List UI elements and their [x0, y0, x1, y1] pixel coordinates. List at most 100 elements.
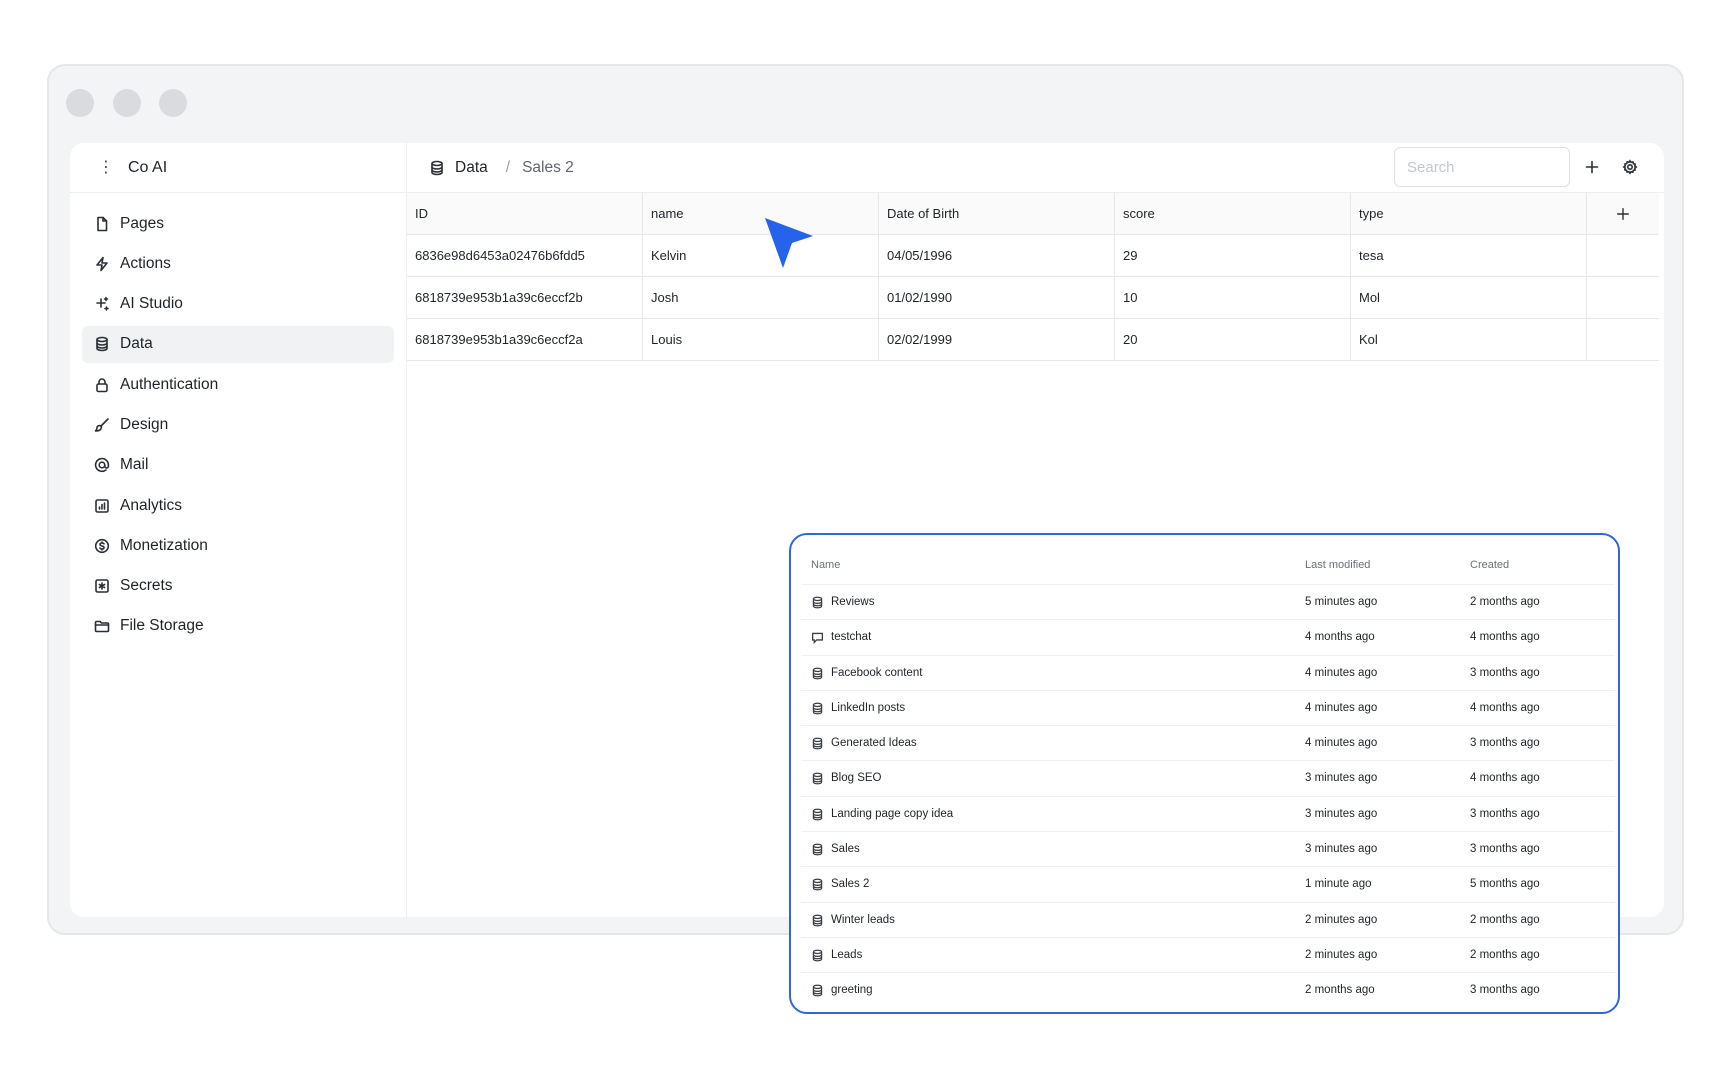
column-header-score[interactable]: score [1115, 193, 1351, 234]
table-cell[interactable]: Kelvin [643, 235, 879, 276]
collection-name[interactable]: Sales 2 [831, 878, 869, 890]
app-name: Co AI [128, 158, 168, 176]
table-cell[interactable]: 02/02/1999 [879, 319, 1115, 360]
list-item[interactable]: testchat 4 months ago 4 months ago [801, 619, 1615, 654]
table-cell[interactable]: 10 [1115, 277, 1351, 318]
table-row[interactable]: 6818739e953b1a39c6eccf2a Louis 02/02/199… [407, 319, 1659, 361]
sidebar-header: ⋮ Co AI [70, 143, 406, 193]
collection-name[interactable]: Reviews [831, 596, 874, 608]
sidebar-item-ai-studio[interactable]: AI Studio [82, 286, 394, 323]
table-cell[interactable]: Josh [643, 277, 879, 318]
list-item[interactable]: Leads 2 minutes ago 2 months ago [801, 936, 1615, 972]
sidebar-item-label: Authentication [120, 375, 219, 393]
database-icon [811, 667, 824, 680]
sidebar-item-label: Pages [120, 214, 164, 232]
table-cell[interactable]: 01/02/1990 [879, 277, 1115, 318]
column-header-created[interactable]: Created [1470, 559, 1509, 571]
sidebar-item-authentication[interactable]: Authentication [82, 366, 394, 403]
sidebar-item-file-storage[interactable]: File Storage [82, 608, 394, 645]
collection-name[interactable]: testchat [831, 631, 871, 643]
table-cell[interactable]: 20 [1115, 319, 1351, 360]
collection-name[interactable]: Landing page copy idea [831, 808, 953, 820]
column-header-last-modified[interactable]: Last modified [1305, 559, 1370, 571]
more-vertical-icon[interactable]: ⋮ [98, 159, 128, 176]
column-header-name[interactable]: name [643, 193, 879, 234]
settings-button[interactable] [1619, 156, 1641, 178]
sidebar-item-mail[interactable]: Mail [82, 447, 394, 484]
collection-name[interactable]: Blog SEO [831, 772, 882, 784]
list-item[interactable]: Sales 2 1 minute ago 5 months ago [801, 866, 1615, 901]
collection-name[interactable]: Leads [831, 949, 862, 961]
column-header-type[interactable]: type [1351, 193, 1587, 234]
bolt-icon [94, 256, 110, 272]
sparkles-icon [94, 296, 110, 312]
top-bar: Data / Sales 2 [407, 143, 1664, 193]
asterisk-icon [94, 578, 110, 594]
list-item[interactable]: greeting 2 months ago 3 months ago [801, 972, 1615, 1007]
list-item[interactable]: Blog SEO 3 minutes ago 4 months ago [801, 760, 1615, 795]
sidebar-item-label: File Storage [120, 617, 204, 635]
sidebar-item-label: Data [120, 335, 153, 353]
sidebar-item-design[interactable]: Design [82, 406, 394, 443]
collection-last-modified: 5 minutes ago [1305, 596, 1378, 608]
table-row[interactable]: 6836e98d6453a02476b6fdd5 Kelvin 04/05/19… [407, 235, 1659, 277]
database-icon [811, 914, 824, 927]
list-item[interactable]: Winter leads 2 minutes ago 2 months ago [801, 901, 1615, 937]
sidebar-item-label: Secrets [120, 577, 173, 595]
lock-icon [94, 377, 110, 393]
sidebar-item-analytics[interactable]: Analytics [82, 487, 394, 524]
column-header-date-of-birth[interactable]: Date of Birth [879, 193, 1115, 234]
collection-created: 4 months ago [1470, 631, 1540, 644]
table-cell[interactable]: Mol [1351, 277, 1587, 318]
table-cell[interactable]: 29 [1115, 235, 1351, 276]
plus-icon [1585, 160, 1599, 174]
database-icon [811, 702, 824, 715]
database-icon [811, 808, 824, 821]
table-cell[interactable]: 04/05/1996 [879, 235, 1115, 276]
collection-name[interactable]: Facebook content [831, 667, 922, 679]
table-cell[interactable]: Louis [643, 319, 879, 360]
file-icon [94, 216, 110, 232]
list-item[interactable]: Sales 3 minutes ago 3 months ago [801, 831, 1615, 866]
search-input[interactable] [1394, 147, 1570, 187]
table-cell[interactable]: 6818739e953b1a39c6eccf2a [407, 319, 643, 360]
table-cell[interactable]: tesa [1351, 235, 1587, 276]
window-maximize-button[interactable] [159, 89, 187, 117]
collection-name[interactable]: LinkedIn posts [831, 702, 905, 714]
database-icon [431, 160, 443, 176]
list-item[interactable]: Reviews 5 minutes ago 2 months ago [801, 584, 1615, 619]
collection-created: 2 months ago [1470, 596, 1540, 608]
collection-name[interactable]: greeting [831, 984, 873, 996]
sidebar-item-secrets[interactable]: Secrets [82, 568, 394, 605]
collection-name[interactable]: Sales [831, 843, 860, 855]
add-button[interactable] [1581, 156, 1603, 178]
list-item[interactable]: Facebook content 4 minutes ago 3 months ag… [801, 654, 1615, 690]
at-icon [94, 457, 110, 473]
sidebar-item-pages[interactable]: Pages [82, 205, 394, 242]
list-item[interactable]: LinkedIn posts 4 minutes ago 4 months ago [801, 689, 1615, 725]
table-row[interactable]: 6818739e953b1a39c6eccf2b Josh 01/02/1990… [407, 277, 1659, 319]
collection-name[interactable]: Winter leads [831, 914, 895, 926]
table-cell[interactable]: Kol [1351, 319, 1587, 360]
sidebar-item-data[interactable]: Data [82, 325, 394, 363]
add-column-button[interactable] [1587, 193, 1659, 234]
window-close-button[interactable] [66, 89, 94, 117]
window-minimize-button[interactable] [113, 89, 141, 117]
sidebar-item-label: AI Studio [120, 295, 183, 313]
breadcrumb: Data / Sales 2 [429, 143, 574, 193]
list-item[interactable]: Generated Ideas 4 minutes ago 3 months ago [801, 725, 1615, 760]
collection-last-modified: 4 months ago [1305, 631, 1375, 644]
table-cell[interactable]: 6836e98d6453a02476b6fdd5 [407, 235, 643, 276]
sidebar-item-actions[interactable]: Actions [82, 245, 394, 282]
data-table: ID name Date of Birth score type 6836e98… [407, 193, 1659, 361]
table-cell[interactable]: 6818739e953b1a39c6eccf2b [407, 277, 643, 318]
breadcrumb-root[interactable]: Data [455, 159, 488, 177]
sidebar-item-monetization[interactable]: Monetization [82, 527, 394, 564]
database-icon [811, 984, 824, 997]
breadcrumb-separator: / [505, 159, 511, 176]
list-item[interactable]: Landing page copy idea 3 minutes ago 3 mon… [801, 795, 1615, 831]
sidebar: ⋮ Co AI Pages Actions AI Studio Data Aut… [70, 143, 407, 917]
collection-name[interactable]: Generated Ideas [831, 737, 917, 749]
column-header-name[interactable]: Name [811, 559, 840, 571]
column-header-id[interactable]: ID [407, 193, 643, 234]
